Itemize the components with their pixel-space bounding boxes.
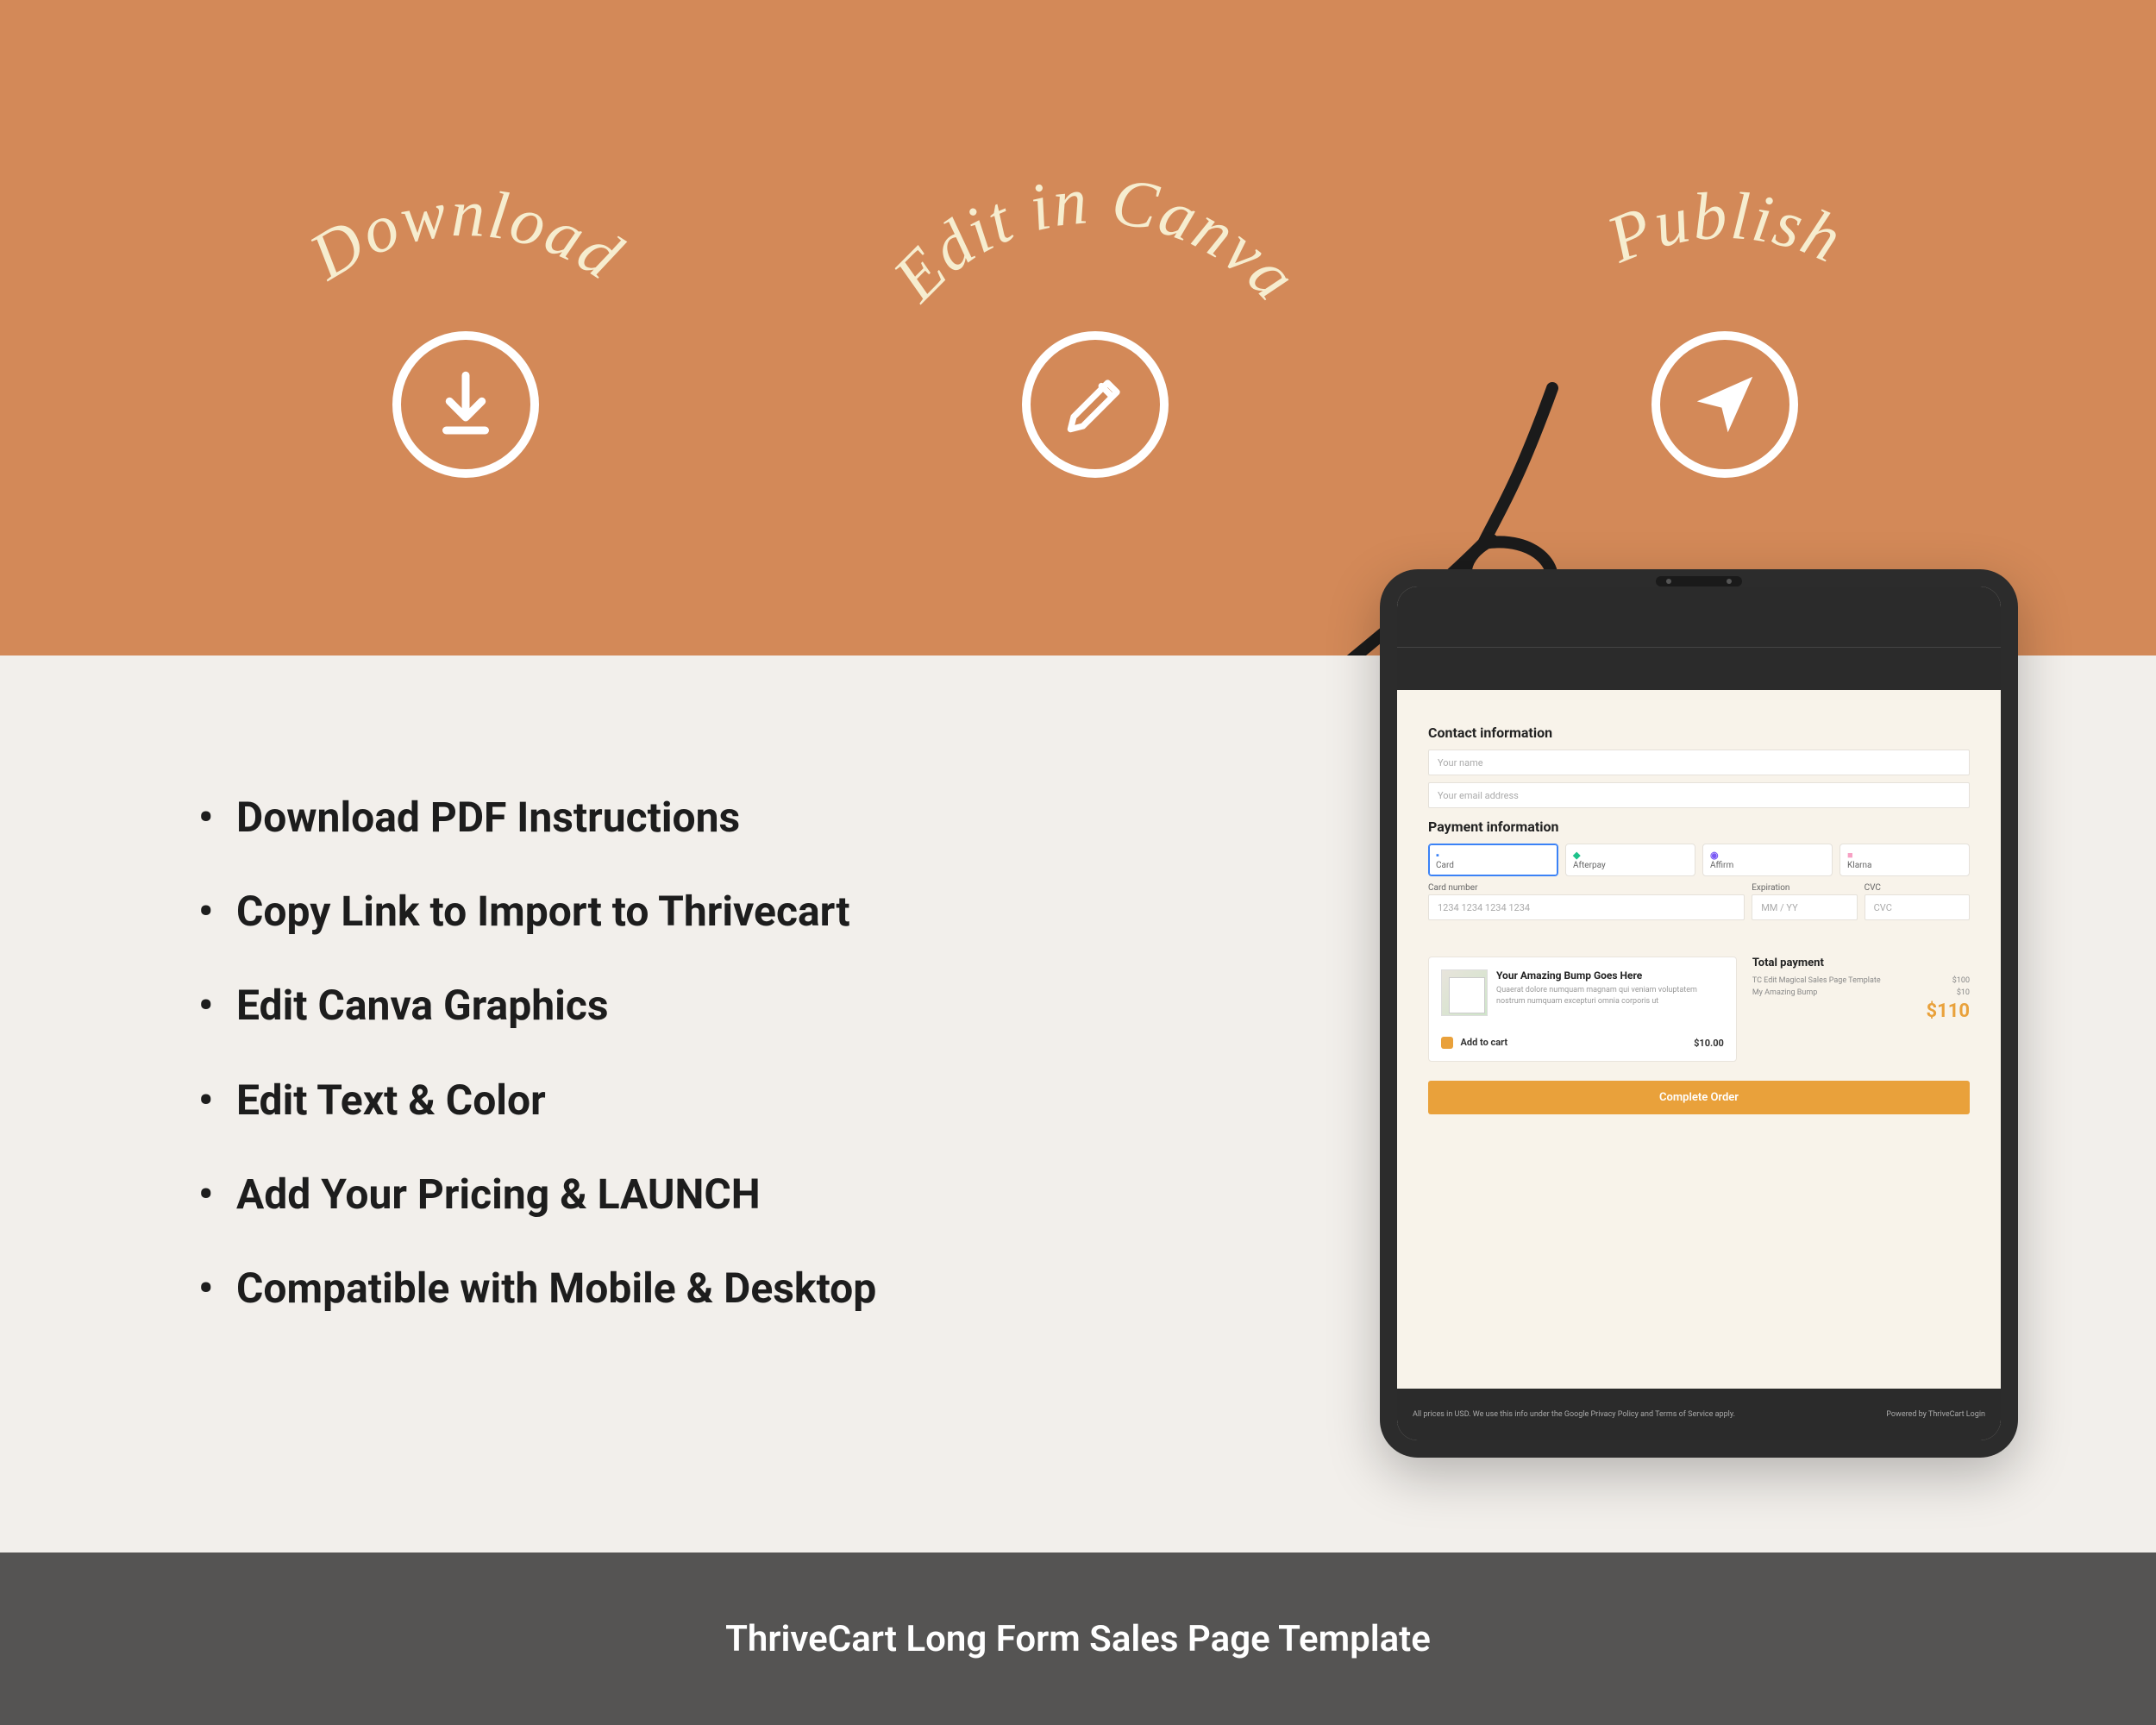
grand-total: $110 <box>1752 1000 1970 1022</box>
bullet-item: Copy Link to Import to Thrivecart <box>198 888 876 935</box>
download-icon <box>392 331 539 478</box>
tab-card[interactable]: ▪Card <box>1428 844 1558 876</box>
tablet-mockup: Contact information Your name Your email… <box>1380 569 2018 1458</box>
cvc-label: CVC <box>1865 883 1970 893</box>
email-field[interactable]: Your email address <box>1428 782 1970 808</box>
mid-band: Download PDF Instructions Copy Link to I… <box>0 656 2156 1552</box>
tab-afterpay[interactable]: ◆Afterpay <box>1565 844 1695 876</box>
payment-title: Payment information <box>1428 819 1970 835</box>
top-band: Download Edit in Canva Publish <box>0 0 2156 656</box>
bullet-item: Download PDF Instructions <box>198 794 876 841</box>
bump-price: $10.00 <box>1694 1038 1724 1049</box>
payment-tabs: ▪Card ◆Afterpay ◉Affirm ■Klarna <box>1428 844 1970 876</box>
footer-title: ThriveCart Long Form Sales Page Template <box>725 1618 1431 1660</box>
bump-image <box>1441 969 1488 1016</box>
tab-klarna[interactable]: ■Klarna <box>1839 844 1970 876</box>
checkout-footer: All prices in USD. We use this info unde… <box>1397 1389 2001 1440</box>
bump-desc: Quaerat dolore numquam magnam qui veniam… <box>1496 985 1724 1007</box>
checkout-screen: Contact information Your name Your email… <box>1397 586 2001 1440</box>
total-title: Total payment <box>1752 957 1970 969</box>
svg-text:Publish: Publish <box>1596 177 1854 277</box>
cvc-field[interactable]: CVC <box>1865 894 1970 920</box>
checkout-header <box>1397 586 2001 690</box>
order-totals: Total payment TC Edit Magical Sales Page… <box>1752 957 1970 1022</box>
pencil-icon <box>1022 331 1169 478</box>
checkbox-icon[interactable] <box>1441 1037 1453 1049</box>
card-number-label: Card number <box>1428 883 1745 893</box>
bottom-band: ThriveCart Long Form Sales Page Template <box>0 1552 2156 1725</box>
arc-text-edit: Edit in Canva <box>888 138 1302 328</box>
bump-add-to-cart[interactable]: Add to cart <box>1441 1037 1507 1049</box>
card-number-field[interactable]: 1234 1234 1234 1234 <box>1428 894 1745 920</box>
feature-bullets: Download PDF Instructions Copy Link to I… <box>198 794 876 1358</box>
name-field[interactable]: Your name <box>1428 750 1970 775</box>
bump-title: Your Amazing Bump Goes Here <box>1496 969 1724 982</box>
bullet-item: Add Your Pricing & LAUNCH <box>198 1170 876 1218</box>
order-bump: Your Amazing Bump Goes Here Quaerat dolo… <box>1428 957 1737 1062</box>
expiration-field[interactable]: MM / YY <box>1752 894 1857 920</box>
step-download: Download <box>259 138 673 478</box>
svg-text:Download: Download <box>296 175 636 294</box>
svg-text:Edit in Canva: Edit in Canva <box>888 162 1302 315</box>
arc-text-download: Download <box>259 138 673 328</box>
bullet-item: Edit Text & Color <box>198 1076 876 1124</box>
bullet-item: Edit Canva Graphics <box>198 982 876 1029</box>
bullet-item: Compatible with Mobile & Desktop <box>198 1264 876 1312</box>
tab-affirm[interactable]: ◉Affirm <box>1702 844 1833 876</box>
complete-order-button[interactable]: Complete Order <box>1428 1081 1970 1114</box>
contact-title: Contact information <box>1428 724 1970 741</box>
arc-text-publish: Publish <box>1518 138 1932 328</box>
paper-plane-icon <box>1651 331 1798 478</box>
tablet-camera <box>1656 576 1742 586</box>
expiration-label: Expiration <box>1752 883 1857 893</box>
